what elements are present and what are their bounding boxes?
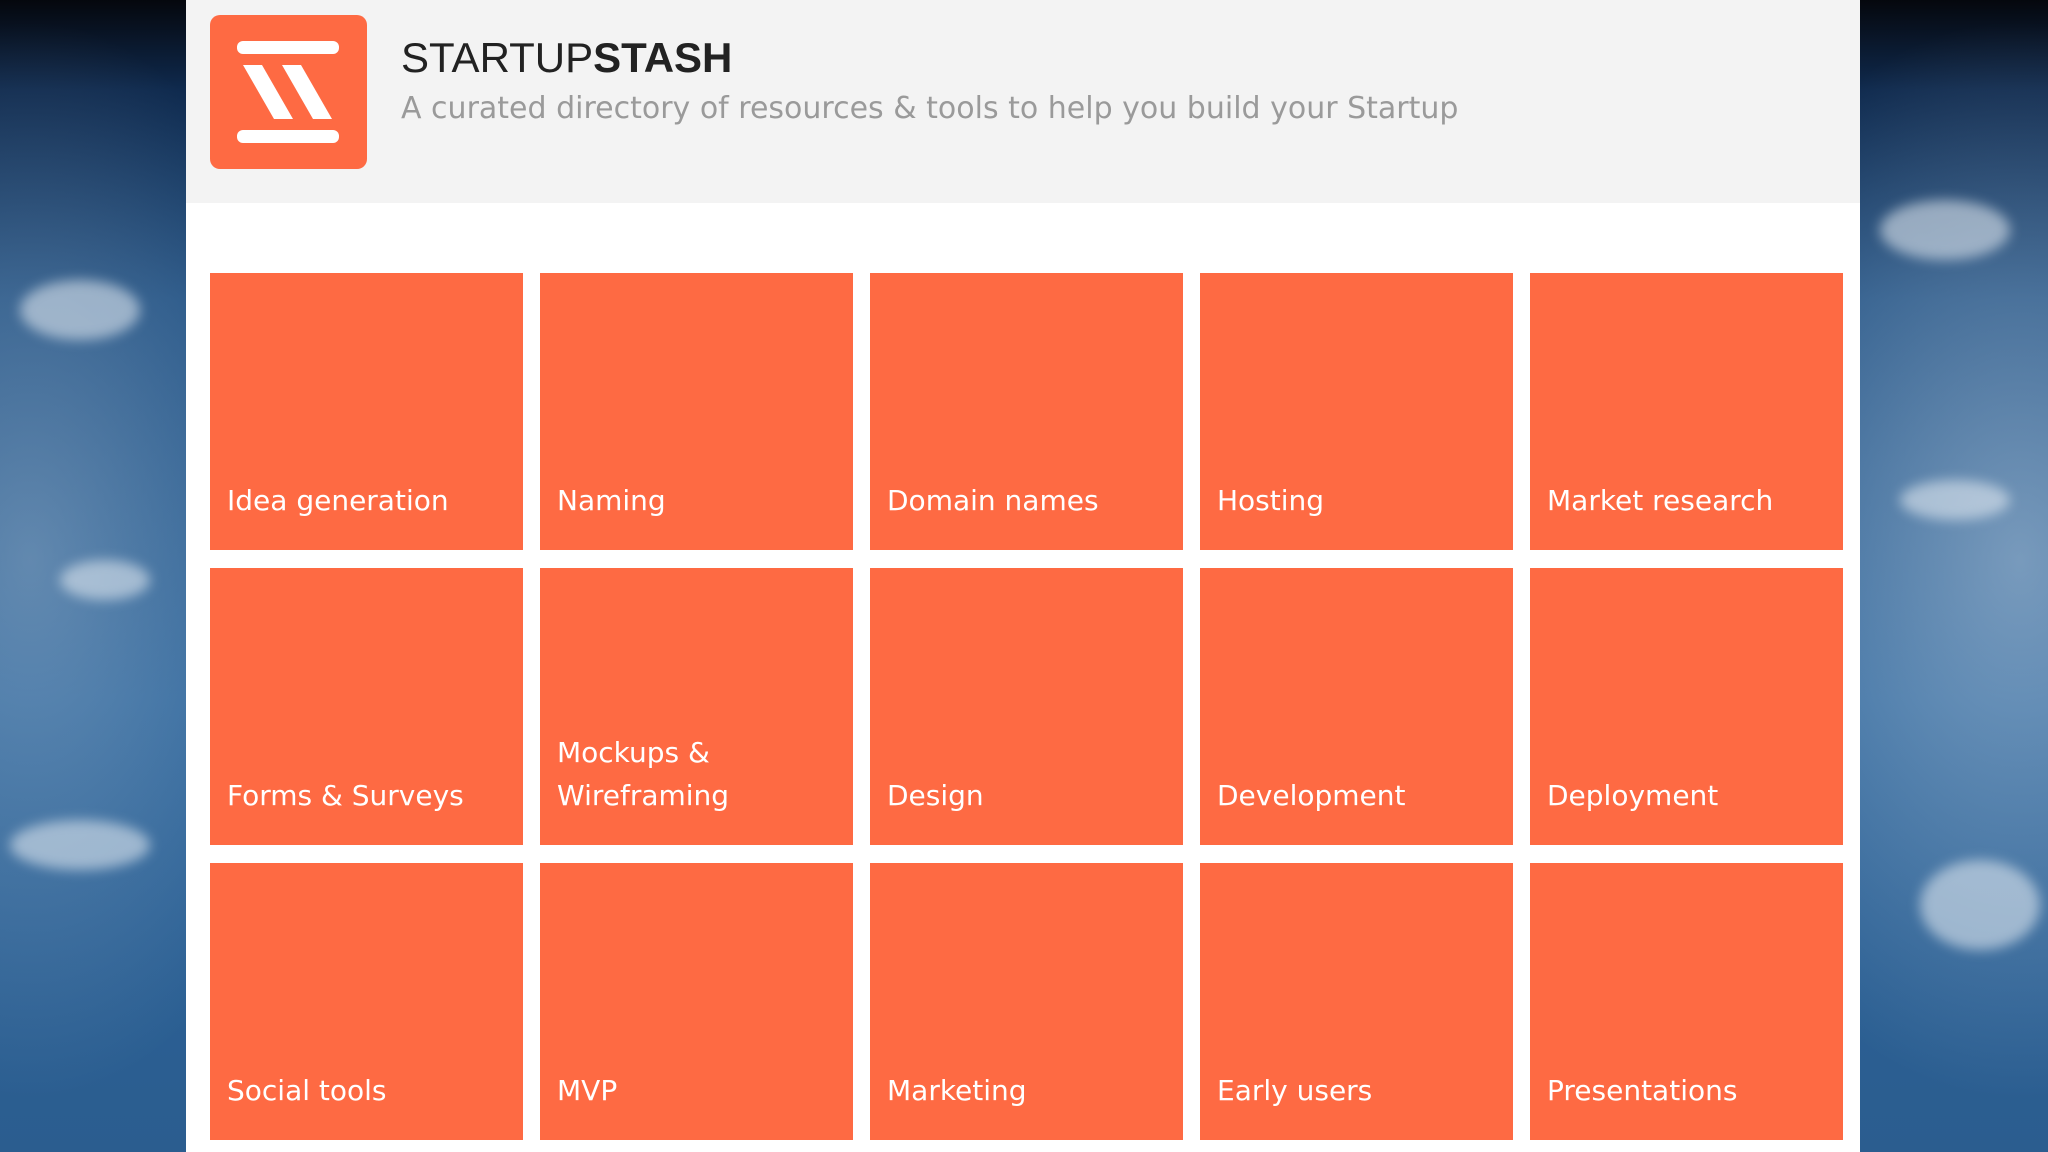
category-tile-development[interactable]: Development — [1200, 568, 1513, 845]
category-label: Mockups & Wireframing — [557, 736, 730, 812]
category-label: Idea generation — [227, 484, 449, 517]
category-label: Naming — [557, 484, 666, 517]
category-tile-presentations[interactable]: Presentations — [1530, 863, 1843, 1140]
category-tile-mvp[interactable]: MVP — [540, 863, 853, 1140]
category-tile-deployment[interactable]: Deployment — [1530, 568, 1843, 845]
category-tile-domain-names[interactable]: Domain names — [870, 273, 1183, 550]
category-tile-early-users[interactable]: Early users — [1200, 863, 1513, 1140]
category-label: Development — [1217, 779, 1406, 812]
category-label: Early users — [1217, 1074, 1373, 1107]
site-title[interactable]: STARTUPSTASH — [401, 34, 732, 82]
category-label: Domain names — [887, 484, 1099, 517]
category-label: Hosting — [1217, 484, 1325, 517]
category-tile-design[interactable]: Design — [870, 568, 1183, 845]
category-label: Forms & Surveys — [227, 779, 464, 812]
category-label: Marketing — [887, 1074, 1027, 1107]
startupstash-logo-icon[interactable] — [210, 15, 367, 169]
category-tile-market-research[interactable]: Market research — [1530, 273, 1843, 550]
category-label: Social tools — [227, 1074, 387, 1107]
logo-glyph — [237, 41, 339, 143]
category-label: Presentations — [1547, 1074, 1738, 1107]
category-grid: Idea generation Naming Domain names Host… — [210, 273, 1845, 1140]
category-label: Design — [887, 779, 984, 812]
site-title-light: STARTUP — [401, 34, 594, 81]
site-tagline: A curated directory of resources & tools… — [401, 91, 1459, 126]
site-header: STARTUPSTASH A curated directory of reso… — [186, 0, 1860, 203]
category-tile-marketing[interactable]: Marketing — [870, 863, 1183, 1140]
category-tile-forms-surveys[interactable]: Forms & Surveys — [210, 568, 523, 845]
category-label: MVP — [557, 1074, 618, 1107]
category-tile-hosting[interactable]: Hosting — [1200, 273, 1513, 550]
category-label: Market research — [1547, 484, 1774, 517]
category-label: Deployment — [1547, 779, 1719, 812]
site-title-bold: STASH — [593, 34, 733, 81]
category-tile-mockups-wireframing[interactable]: Mockups & Wireframing — [540, 568, 853, 845]
category-tile-idea-generation[interactable]: Idea generation — [210, 273, 523, 550]
main-panel: STARTUPSTASH A curated directory of reso… — [186, 0, 1860, 1152]
category-tile-naming[interactable]: Naming — [540, 273, 853, 550]
category-tile-social-tools[interactable]: Social tools — [210, 863, 523, 1140]
